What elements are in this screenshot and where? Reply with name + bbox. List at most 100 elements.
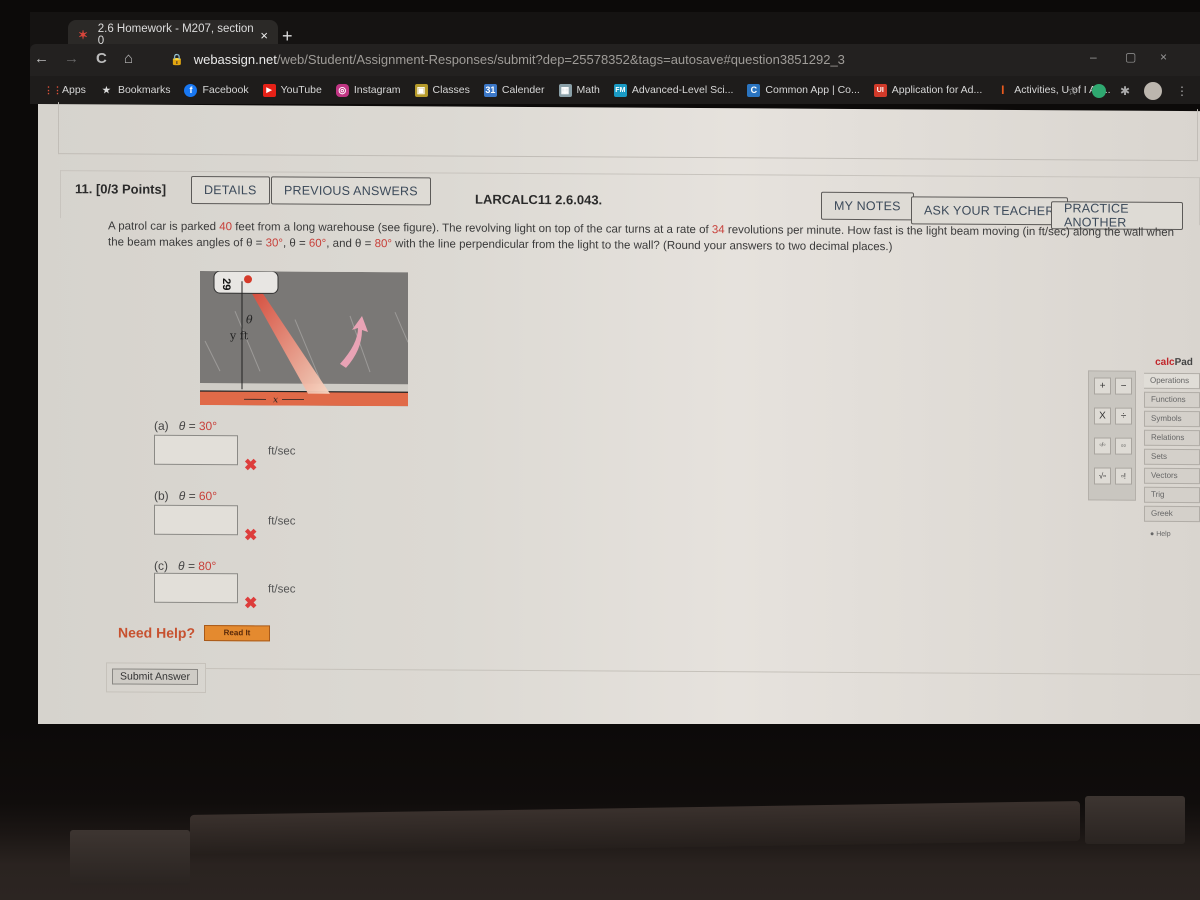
calcpad-tab-symbols[interactable]: Symbols [1144, 410, 1200, 428]
profile-avatar[interactable] [1144, 82, 1162, 100]
bookmark-instagram[interactable]: ◎ Instagram [335, 83, 401, 97]
webassign-favicon-icon: ✶ [78, 28, 89, 42]
menu-kebab-icon[interactable]: ⋮ [1176, 84, 1188, 98]
bookmark-apps[interactable]: ⋮⋮ Apps [44, 84, 86, 97]
question-number-points: 11. [0/3 Points] [75, 181, 167, 197]
plus-key[interactable]: + [1094, 377, 1111, 395]
divide-key[interactable]: ÷ [1115, 407, 1132, 425]
bookmark-math[interactable]: ▦ Math [558, 83, 600, 97]
bookmark-label: Math [576, 84, 600, 96]
google-classroom-icon: ▣ [414, 83, 428, 97]
webassign-page: 11. [0/3 Points] DETAILS PREVIOUS ANSWER… [38, 102, 1200, 732]
bookmark-star-icon[interactable]: ☆ [1067, 84, 1078, 98]
grammarly-extension-icon[interactable] [1091, 84, 1106, 98]
part-eq: θ = [178, 558, 199, 573]
distance-value: 40 [219, 221, 233, 234]
bookmark-youtube[interactable]: ▶ YouTube [262, 83, 322, 97]
extensions-puzzle-icon[interactable]: ✱ [1120, 84, 1130, 98]
calcpad-help-link[interactable]: ● Help [1150, 531, 1171, 538]
bookmark-calender[interactable]: 31 Calender [483, 83, 545, 97]
maximize-button[interactable]: ▢ [1125, 50, 1136, 64]
close-window-button[interactable]: × [1160, 50, 1167, 64]
star-icon: ★ [102, 84, 111, 95]
theta-label: θ [246, 313, 253, 326]
instagram-icon: ◎ [335, 83, 349, 97]
ask-your-teacher-button[interactable]: ASK YOUR TEACHER [911, 196, 1068, 226]
facebook-icon: f [184, 83, 198, 97]
rate-value: 34 [711, 224, 725, 237]
answer-a-input[interactable] [154, 434, 238, 466]
calcpad-tab-trig[interactable]: Trig [1144, 486, 1200, 504]
bookmark-label: YouTube [280, 84, 322, 96]
my-notes-button[interactable]: MY NOTES [821, 191, 914, 221]
need-help-label: Need Help? [118, 624, 196, 641]
reload-icon[interactable]: C [96, 50, 107, 67]
youtube-icon: ▶ [262, 83, 276, 97]
bookmark-bookmarks[interactable]: ★ Bookmarks [100, 84, 171, 97]
toolbar-extensions: ☆ ✱ ⋮ [1067, 82, 1188, 100]
calcpad-tab-operations[interactable]: Operations [1144, 372, 1200, 390]
problem-text: , θ = [282, 237, 309, 250]
warehouse-wall [200, 390, 408, 407]
read-it-button[interactable]: Read It [204, 625, 270, 642]
bookmark-facebook[interactable]: f Facebook [184, 83, 249, 97]
previous-answers-button[interactable]: PREVIOUS ANSWERS [271, 176, 431, 206]
bookmark-label: Instagram [353, 84, 401, 96]
minus-key[interactable]: − [1115, 377, 1132, 395]
x-label: x [273, 395, 278, 405]
bookmark-advanced-level-sci[interactable]: FM Advanced-Level Sci... [613, 83, 734, 97]
problem-text: feet from a long warehouse (see figure).… [232, 221, 712, 237]
answer-c-input[interactable] [154, 572, 238, 604]
question-header: 11. [0/3 Points] DETAILS PREVIOUS ANSWER… [60, 170, 1200, 230]
photo-of-laptop-screen: ✶ 2.6 Homework - M207, section 0 × + ← →… [0, 0, 1200, 900]
minimize-button[interactable]: – [1090, 50, 1097, 64]
factorial-key[interactable]: ▫! [1115, 467, 1132, 485]
bookmark-classes[interactable]: ▣ Classes [414, 83, 470, 97]
calcpad-tab-vectors[interactable]: Vectors [1144, 467, 1200, 485]
y-label: y ft [229, 329, 249, 342]
fm-icon: FM [613, 83, 627, 97]
bookmark-label: Classes [432, 84, 470, 96]
math-icon: ▦ [558, 83, 572, 97]
help-circle-icon: ● [1150, 530, 1155, 538]
home-icon[interactable]: ⌂ [124, 50, 133, 67]
calcpad-tab-sets[interactable]: Sets [1144, 448, 1200, 466]
fraction-key[interactable]: ▫/▫ [1094, 437, 1111, 455]
bookmark-common-app[interactable]: C Common App | Co... [747, 83, 860, 97]
calcpad-title: calcPad [1148, 357, 1200, 371]
calcpad-tab-functions[interactable]: Functions [1144, 391, 1200, 409]
answer-b-input[interactable] [154, 504, 238, 536]
part-b-label: (b) θ = 60° [154, 489, 217, 503]
lock-icon: 🔒 [170, 53, 184, 66]
help-label: Help [1156, 530, 1171, 538]
bookmark-label: Bookmarks [117, 84, 171, 96]
part-eq: θ = [178, 488, 199, 503]
calcpad-keypad: + − X ÷ ▫/▫ ▫▫ √▫ ▫! [1088, 370, 1136, 501]
address-bar[interactable]: 🔒 webassign.net /web/Student/Assignment-… [170, 46, 1170, 72]
divider [206, 668, 1200, 676]
submit-answer-button[interactable]: Submit Answer [112, 668, 198, 685]
calcpad-title-b: Pad [1174, 356, 1193, 369]
forward-icon[interactable]: → [64, 50, 79, 67]
browser-toolbar: ← → C ⌂ 🔒 webassign.net /web/Student/Ass… [30, 44, 1200, 76]
bookmark-label: Facebook [202, 84, 249, 96]
back-icon[interactable]: ← [34, 50, 49, 67]
bookmark-application-for-ad[interactable]: UI Application for Ad... [873, 83, 982, 97]
details-button[interactable]: DETAILS [191, 175, 270, 205]
bookmark-label: Advanced-Level Sci... [631, 84, 734, 96]
part-letter: (c) [154, 558, 168, 573]
exponent-key[interactable]: ▫▫ [1115, 437, 1132, 455]
part-letter: (a) [154, 418, 169, 433]
part-c-label: (c) θ = 80° [154, 559, 216, 573]
times-key[interactable]: X [1094, 407, 1111, 425]
angle-value-3: 80° [374, 238, 392, 251]
sqrt-key[interactable]: √▫ [1094, 467, 1111, 485]
calcpad-tab-greek[interactable]: Greek [1144, 505, 1200, 523]
calendar-icon: 31 [483, 83, 497, 97]
laptop-hinge-left [70, 830, 190, 885]
calcpad-tab-relations[interactable]: Relations [1144, 429, 1200, 447]
bookmark-label: Common App | Co... [765, 84, 860, 96]
tab-close-icon[interactable]: × [260, 28, 268, 43]
laptop-hinge-right [1085, 796, 1185, 844]
apps-grid-icon: ⋮⋮ [44, 84, 62, 95]
